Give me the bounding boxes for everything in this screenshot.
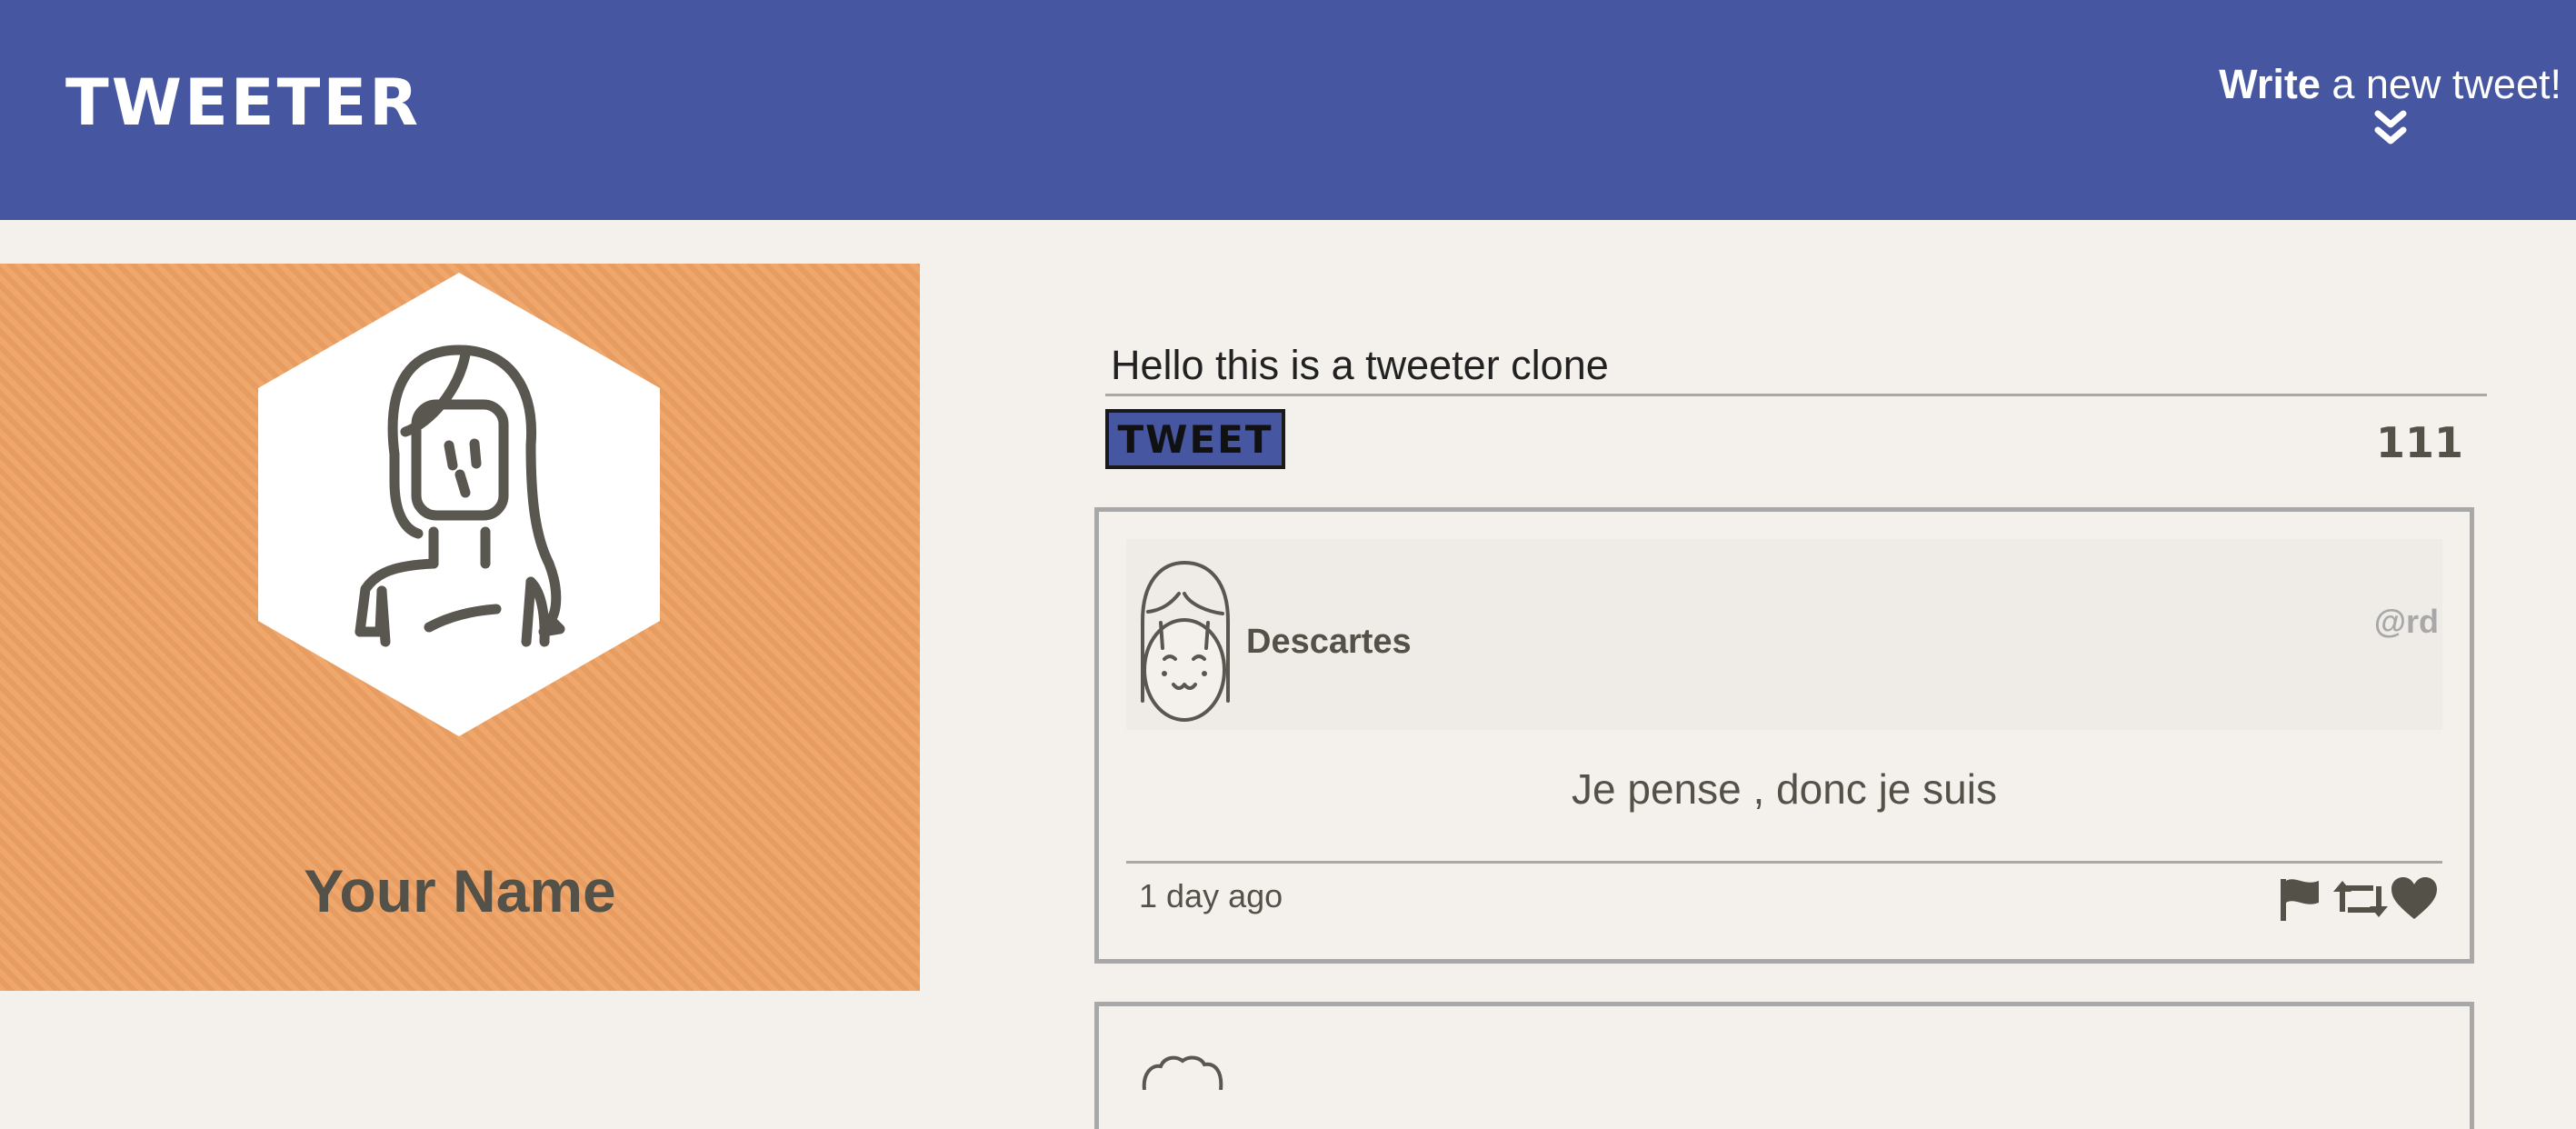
avatar-icon [1142,1055,1223,1090]
compose-label-bold: Write [2219,61,2321,107]
girl-avatar-icon [1141,561,1230,722]
tweet-header: Descartes @rd [1126,539,2442,730]
tweet-button[interactable]: TWEET [1105,409,1285,469]
compose-toggle[interactable]: Write a new tweet! [2219,64,2561,146]
profile-name: Your Name [304,857,616,924]
new-tweet-form: TWEET 111 [1105,336,2487,469]
tweet-actions [2277,875,2437,923]
compose-label: a new tweet! [2320,61,2561,107]
top-nav: TWEETER Write a new tweet! [0,0,2576,220]
tweet-card [1094,1002,2474,1129]
tweet-input[interactable] [1105,336,2487,396]
flag-icon[interactable] [2277,875,2324,923]
tweet-card: Descartes @rd Je pense , donc je suis 1 … [1094,507,2474,964]
woman-avatar-icon [258,273,660,736]
brand-logo[interactable]: TWEETER [65,71,421,135]
char-counter: 111 [2375,418,2463,467]
profile-avatar [258,273,660,736]
tweet-user-name: Descartes [1246,623,1412,661]
tweet-timestamp: 1 day ago [1139,877,1283,914]
double-chevron-down-icon[interactable] [2374,110,2407,146]
tweet-divider [1126,861,2442,864]
tweet-user-handle: @rd [2373,603,2439,640]
heart-icon[interactable] [2390,875,2437,923]
retweet-icon[interactable] [2333,875,2388,923]
profile-card: Your Name [0,264,920,991]
tweet-content: Je pense , donc je suis [1572,765,1997,813]
